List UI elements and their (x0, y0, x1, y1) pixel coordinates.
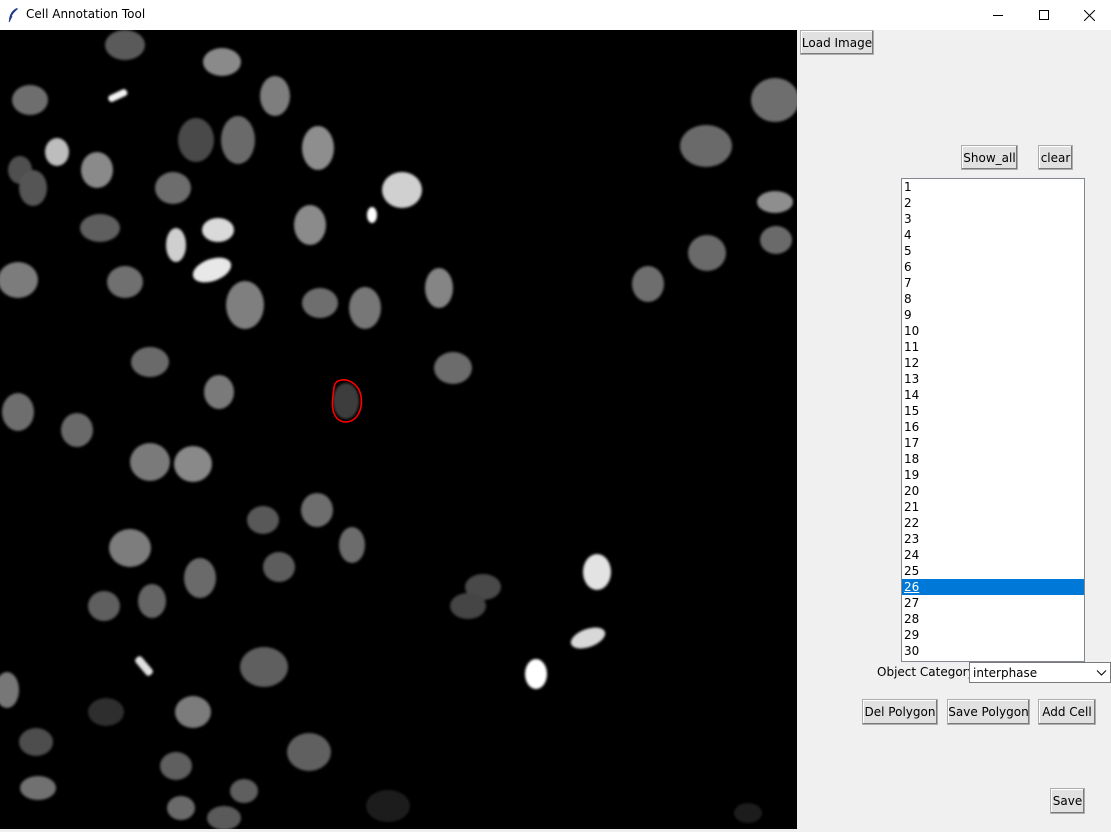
list-item[interactable]: 5 (902, 243, 1084, 259)
list-item[interactable]: 11 (902, 339, 1084, 355)
save-button[interactable]: Save (1050, 788, 1085, 814)
list-item[interactable]: 24 (902, 547, 1084, 563)
load-image-button[interactable]: Load Image (800, 30, 874, 55)
list-item[interactable]: 2 (902, 195, 1084, 211)
list-item[interactable]: 23 (902, 531, 1084, 547)
list-item[interactable]: 30 (902, 643, 1084, 659)
list-item[interactable]: 9 (902, 307, 1084, 323)
list-item[interactable]: 15 (902, 403, 1084, 419)
object-category-select[interactable]: interphase (969, 662, 1111, 683)
list-item[interactable]: 6 (902, 259, 1084, 275)
title-bar: Cell Annotation Tool (0, 0, 1111, 30)
list-item[interactable]: 17 (902, 435, 1084, 451)
list-item[interactable]: 18 (902, 451, 1084, 467)
list-item[interactable]: 25 (902, 563, 1084, 579)
list-item[interactable]: 28 (902, 611, 1084, 627)
list-item[interactable]: 1 (902, 179, 1084, 195)
list-item[interactable]: 27 (902, 595, 1084, 611)
minimize-icon (993, 15, 1003, 16)
list-item[interactable]: 10 (902, 323, 1084, 339)
list-item[interactable]: 14 (902, 387, 1084, 403)
close-icon (1083, 9, 1095, 21)
list-item[interactable]: 13 (902, 371, 1084, 387)
list-item[interactable]: 4 (902, 227, 1084, 243)
list-item[interactable]: 3 (902, 211, 1084, 227)
list-item[interactable]: 19 (902, 467, 1084, 483)
list-item[interactable]: 26 (902, 579, 1084, 595)
chevron-down-icon (1096, 670, 1107, 676)
list-item[interactable]: 21 (902, 499, 1084, 515)
list-item[interactable]: 12 (902, 355, 1084, 371)
window-title: Cell Annotation Tool (26, 7, 146, 21)
list-item[interactable]: 29 (902, 627, 1084, 643)
polygon-listbox[interactable]: 1 2 3 4 5 6 7 8 9 10 11 12 13 14 15 16 17 18 19 20 21 22 23 24 2… (901, 178, 1085, 662)
close-button[interactable] (1066, 0, 1111, 30)
object-category-label: Object Category: (877, 665, 978, 679)
minimize-button[interactable] (975, 0, 1021, 30)
clear-button[interactable]: clear (1038, 145, 1073, 170)
list-item[interactable]: 16 (902, 419, 1084, 435)
microscopy-image (0, 30, 797, 829)
list-item[interactable]: 22 (902, 515, 1084, 531)
list-item[interactable]: 7 (902, 275, 1084, 291)
save-polygon-button[interactable]: Save Polygon (947, 699, 1030, 725)
list-item[interactable]: 8 (902, 291, 1084, 307)
del-polygon-button[interactable]: Del Polygon (862, 699, 938, 725)
feather-icon (8, 8, 18, 23)
list-item[interactable]: 20 (902, 483, 1084, 499)
show-all-button[interactable]: Show_all (961, 145, 1018, 170)
maximize-button[interactable] (1021, 0, 1067, 30)
image-canvas[interactable] (0, 30, 797, 829)
maximize-icon (1039, 10, 1049, 20)
add-cell-button[interactable]: Add Cell (1038, 699, 1096, 725)
object-category-value: interphase (973, 666, 1038, 680)
